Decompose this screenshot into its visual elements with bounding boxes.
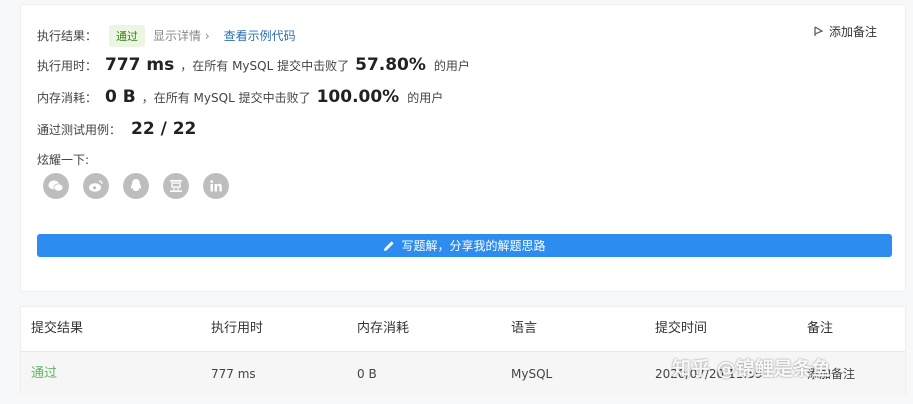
header-memory: 内存消耗 xyxy=(357,321,410,336)
memory-label: 内存消耗： xyxy=(37,91,98,105)
row-status-link[interactable]: 通过 xyxy=(31,352,57,396)
testcases-value: 22 / 22 xyxy=(131,119,197,139)
testcases-label: 通过测试用例： xyxy=(37,123,122,137)
memory-beat-text: ，在所有 MySQL 提交中击败了 xyxy=(141,91,311,105)
header-status: 提交结果 xyxy=(31,321,84,336)
wechat-icon[interactable] xyxy=(43,173,69,199)
share-icons xyxy=(43,173,229,199)
result-row: 执行结果： 通过 显示详情 › 查看示例代码 xyxy=(37,25,296,47)
runtime-value: 777 ms xyxy=(105,55,175,75)
row-language: MySQL xyxy=(511,367,553,381)
row-memory: 0 B xyxy=(357,367,377,381)
pencil-icon xyxy=(384,240,395,251)
status-badge: 通过 xyxy=(109,25,146,47)
watermark: 知乎 @锦鲤是条鱼 xyxy=(672,358,831,380)
show-details-link[interactable]: 显示详情 › xyxy=(153,27,210,44)
douban-icon[interactable] xyxy=(163,173,189,199)
write-solution-label: 写题解，分享我的解题思路 xyxy=(401,239,546,253)
linkedin-icon[interactable] xyxy=(203,173,229,199)
header-note: 备注 xyxy=(807,321,834,336)
flag-icon xyxy=(814,26,824,36)
table-header: 提交结果 执行用时 内存消耗 语言 提交时间 备注 xyxy=(21,307,905,351)
runtime-beat-text: ，在所有 MySQL 提交中击败了 xyxy=(180,59,350,73)
runtime-percent: 57.80% xyxy=(355,55,426,75)
sample-code-link[interactable]: 查看示例代码 xyxy=(224,27,296,44)
add-note-label: 添加备注 xyxy=(828,25,877,39)
runtime-row: 执行用时： 777 ms ，在所有 MySQL 提交中击败了 57.80% 的用… xyxy=(37,55,470,75)
memory-row: 内存消耗： 0 B ，在所有 MySQL 提交中击败了 100.00% 的用户 xyxy=(37,87,443,107)
memory-suffix: 的用户 xyxy=(407,91,444,105)
testcases-row: 通过测试用例： 22 / 22 xyxy=(37,119,202,139)
write-solution-button[interactable]: 写题解，分享我的解题思路 xyxy=(37,234,892,257)
memory-value: 0 B xyxy=(105,87,136,107)
add-note-button[interactable]: 添加备注 xyxy=(814,23,877,40)
header-runtime: 执行用时 xyxy=(211,321,264,336)
weibo-icon[interactable] xyxy=(83,173,109,199)
share-label-row: 炫耀一下: xyxy=(37,151,89,168)
result-label: 执行结果： xyxy=(37,29,98,43)
runtime-label: 执行用时： xyxy=(37,59,98,73)
memory-percent: 100.00% xyxy=(316,87,400,107)
header-time: 提交时间 xyxy=(655,321,708,336)
submission-result-card: 执行结果： 通过 显示详情 › 查看示例代码 添加备注 执行用时： 777 ms… xyxy=(20,4,906,292)
header-language: 语言 xyxy=(511,321,538,336)
qq-icon[interactable] xyxy=(123,173,149,199)
runtime-suffix: 的用户 xyxy=(433,59,470,73)
share-label: 炫耀一下: xyxy=(37,153,90,167)
row-runtime: 777 ms xyxy=(211,367,256,381)
